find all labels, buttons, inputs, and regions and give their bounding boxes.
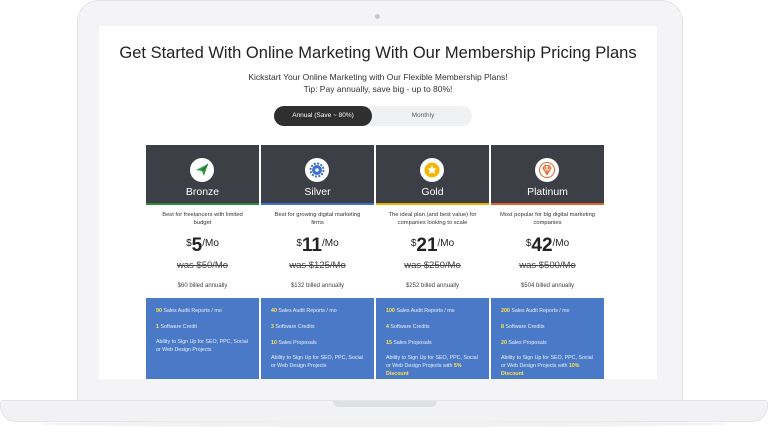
plan-card-gold: Gold The ideal plan (and best value) for… (376, 145, 489, 379)
price-amount: 5 (191, 235, 203, 256)
plan-name: Silver (304, 186, 331, 198)
plan-header: Silver (261, 145, 374, 203)
feature-item: 90 Sales Audit Reports / mo (156, 308, 222, 314)
plan-card-platinum: Platinum Most popular for big digital ma… (491, 145, 604, 379)
plan-accent-bar (376, 203, 489, 205)
plan-features: 100 Sales Audit Reports / mo 4 Software … (376, 298, 489, 379)
plan-features: 90 Sales Audit Reports / mo 1 Software C… (146, 298, 259, 379)
plan-description: Best for freelancers with limited budget (162, 212, 243, 226)
feature-item: 10 Sales Proposals (271, 340, 317, 346)
feature-item: 4 Software Credits (386, 324, 430, 330)
plan-billed-text: $132 billed annually (290, 283, 345, 289)
feature-item: 3 Software Credits (271, 324, 315, 330)
plan-billed-text: $252 billed annually (405, 283, 460, 289)
page-title: Get Started With Online Marketing With O… (119, 44, 637, 62)
plan-header: Bronze (146, 145, 259, 203)
feature-item: 100 Sales Audit Reports / mo (386, 308, 455, 314)
feature-item: Ability to Sign Up for SEO, PPC, Social … (271, 355, 363, 369)
feature-item: 20 Sales Proposals (501, 340, 547, 346)
feature-item: 40 Sales Audit Reports / mo (271, 308, 337, 314)
plan-price: $5/Mo (146, 235, 259, 257)
plan-name: Gold (421, 186, 444, 198)
plan-card-silver: Silver Best for growing digital marketin… (261, 145, 374, 379)
webcam-dot (375, 14, 380, 19)
plan-accent-bar (261, 203, 374, 205)
price-amount: 42 (531, 235, 553, 256)
plan-description: Best for growing digital marketing firms (274, 212, 361, 226)
page-subtitle: Kickstart Your Online Marketing with Our… (99, 71, 657, 95)
star-icon (420, 158, 444, 182)
feature-item: Ability to Sign Up for SEO, PPC, Social … (156, 339, 248, 353)
billing-toggle: Annual (Save ~ 80%) Monthly (274, 106, 472, 126)
price-period: /Mo (437, 238, 455, 249)
annual-toggle-button[interactable]: Annual (Save ~ 80%) (274, 106, 372, 126)
plan-original-price: was $500/Mo (519, 260, 576, 271)
plan-name: Bronze (185, 186, 220, 198)
plan-accent-bar (491, 203, 604, 205)
price-currency: $ (410, 238, 417, 249)
price-period: /Mo (202, 238, 219, 249)
gear-icon (305, 158, 329, 182)
price-currency: $ (186, 238, 192, 249)
plan-price: $42/Mo (491, 235, 604, 257)
price-amount: 21 (416, 235, 438, 256)
plan-name: Platinum (527, 186, 568, 198)
plan-description: The ideal plan (and best value) for comp… (388, 212, 477, 226)
feature-item: 200 Sales Audit Reports / mo (501, 308, 570, 314)
plan-features: 40 Sales Audit Reports / mo 3 Software C… (261, 298, 374, 379)
plan-card-bronze: Bronze Best for freelancers with limited… (146, 145, 259, 379)
plan-original-price: was $50/Mo (176, 260, 229, 271)
plan-billed-text: $504 billed annually (520, 283, 575, 289)
plan-features: 200 Sales Audit Reports / mo 8 Software … (491, 298, 604, 379)
feature-item: 8 Software Credits (501, 324, 545, 330)
feature-item: Ability to Sign Up for SEO, PPC, Social … (501, 355, 593, 377)
feature-item: Ability to Sign Up for SEO, PPC, Social … (386, 355, 478, 377)
price-currency: $ (525, 238, 532, 249)
plan-original-price: was $250/Mo (404, 260, 461, 271)
subtitle-line-1: Kickstart Your Online Marketing with Our… (248, 72, 508, 82)
plan-price: $21/Mo (376, 235, 489, 257)
plan-price: $11/Mo (261, 235, 374, 257)
plan-header: Gold (376, 145, 489, 203)
price-amount: 11 (301, 235, 322, 256)
price-period: /Mo (552, 238, 570, 249)
paper-plane-icon (190, 158, 214, 182)
laptop-shadow (40, 421, 728, 427)
laptop-notch (333, 401, 437, 407)
feature-item: 15 Sales Proposals (386, 340, 432, 346)
laptop-base (0, 400, 768, 422)
monthly-toggle-button[interactable]: Monthly (374, 106, 472, 126)
price-currency: $ (296, 238, 302, 249)
feature-item: 1 Software Credit (156, 324, 197, 330)
plan-header: Platinum (491, 145, 604, 203)
plan-original-price: was $125/Mo (289, 260, 346, 271)
diamond-icon (535, 158, 559, 182)
screen: Get Started With Online Marketing With O… (99, 26, 657, 379)
plan-description: Most popular for big digital marketing c… (499, 212, 596, 226)
plan-billed-text: $60 billed annually (177, 283, 228, 289)
subtitle-line-2: Tip: Pay annually, save big - up to 80%! (303, 84, 453, 94)
price-period: /Mo (321, 238, 339, 249)
plan-accent-bar (146, 203, 259, 205)
